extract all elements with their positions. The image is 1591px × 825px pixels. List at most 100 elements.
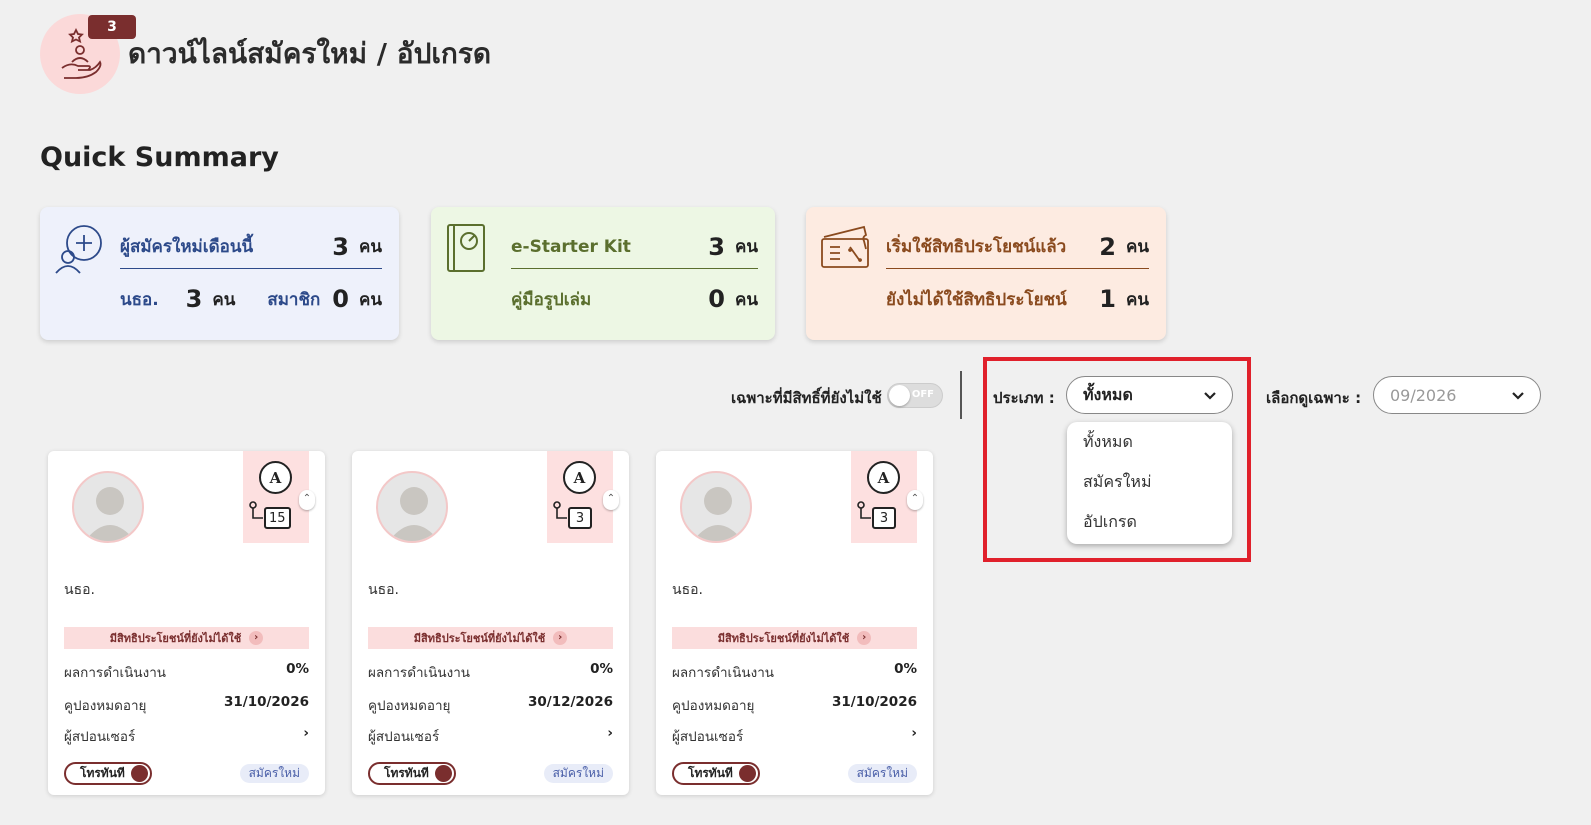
collapse-up-icon[interactable]: ⌃ [603, 490, 619, 510]
highlight-annotation-box [983, 357, 1251, 562]
benefits-unused-value: 1 [1099, 285, 1116, 313]
summary-benefits-card: เริ่มใช้สิทธิประโยชน์แล้ว 2 คน ยังไม่ได้… [806, 207, 1166, 340]
coupon-expiry-value: 30/12/2026 [527, 694, 613, 710]
collapse-up-icon[interactable]: ⌃ [299, 490, 315, 510]
coupon-expiry-row: คูปองหมดอายุ 30/12/2026 [368, 694, 613, 716]
downline-count: 3 [568, 507, 592, 529]
performance-label: ผลการดำเนินงาน [672, 665, 775, 681]
starter-kit-unit: คน [735, 237, 758, 257]
performance-value: 0% [894, 661, 917, 677]
add-user-icon [54, 223, 106, 279]
member-unit: คน [359, 289, 382, 310]
member-role: นธอ. [672, 582, 703, 598]
coupon-expiry-label: คูปองหมดอายุ [64, 698, 147, 714]
summary-new-members-card: ผู้สมัครใหม่เดือนนี้ 3 คน นธอ. 3 คน สมาช… [40, 207, 399, 340]
notification-count-badge: 3 [88, 15, 136, 39]
page-title: ดาวน์ไลน์สมัครใหม่ / อัปเกรด [128, 37, 492, 70]
starter-kit-label: e-Starter Kit [511, 236, 631, 257]
phone-icon [435, 765, 452, 782]
member-role: นธอ. [368, 582, 399, 598]
benefits-used-unit: คน [1126, 237, 1149, 257]
performance-row: ผลการดำเนินงาน 0% [64, 661, 309, 683]
downline-card[interactable]: A 15 ⌃ นธอ. มีสิทธิประโยชน์ที่ยังไม่ได้ใ… [48, 451, 325, 795]
call-now-label: โทรทันที [384, 766, 429, 780]
performance-label: ผลการดำเนินงาน [368, 665, 471, 681]
coupon-expiry-value: 31/10/2026 [831, 694, 917, 710]
downline-count: 3 [872, 507, 896, 529]
performance-row: ผลการดำเนินงาน 0% [368, 661, 613, 683]
avatar [680, 471, 752, 543]
sponsor-label: ผู้สปอนเซอร์ [368, 729, 440, 745]
unused-benefits-filter-label: เฉพาะที่มีสิทธิ์ที่ยังไม่ใช้ [731, 389, 882, 407]
benefits-used-label: เริ่มใช้สิทธิประโยชน์แล้ว [886, 237, 1067, 257]
chevron-right-icon: › [249, 631, 264, 645]
performance-value: 0% [286, 661, 309, 677]
chevron-right-icon: › [857, 631, 872, 645]
sponsor-row[interactable]: ผู้สปอนเซอร์ › [368, 725, 613, 747]
new-members-label: ผู้สมัครใหม่เดือนนี้ [120, 237, 254, 257]
call-now-label: โทรทันที [80, 766, 125, 780]
distributor-unit: คน [212, 289, 236, 310]
member-value: 0 [332, 285, 349, 313]
phone-icon [739, 765, 756, 782]
unused-benefit-text: มีสิทธิประโยชน์ที่ยังไม่ได้ใช้ [109, 632, 242, 645]
unused-benefit-text: มีสิทธิประโยชน์ที่ยังไม่ได้ใช้ [717, 632, 850, 645]
collapse-up-icon[interactable]: ⌃ [907, 490, 923, 510]
performance-value: 0% [590, 661, 613, 677]
toggle-state-text: OFF [911, 389, 934, 400]
downline-card[interactable]: A 3 ⌃ นธอ. มีสิทธิประโยชน์ที่ยังไม่ได้ใช… [352, 451, 629, 795]
benefits-unused-unit: คน [1126, 289, 1149, 310]
chevron-right-icon: › [553, 631, 568, 645]
benefits-unused-label: ยังไม่ได้ใช้สิทธิประโยชน์ [886, 289, 1067, 310]
printed-manual-label: คู่มือรูปเล่ม [511, 289, 592, 310]
chevron-right-icon: › [607, 725, 613, 741]
member-role: นธอ. [64, 582, 95, 598]
sponsor-row[interactable]: ผู้สปอนเซอร์ › [64, 725, 309, 747]
phone-icon [131, 765, 148, 782]
quick-summary-title: Quick Summary [40, 142, 279, 173]
toggle-knob [889, 385, 910, 406]
chevron-right-icon: › [911, 725, 917, 741]
coupon-expiry-value: 31/10/2026 [223, 694, 309, 710]
month-select[interactable]: 09/2026 [1373, 376, 1541, 414]
avatar [376, 471, 448, 543]
downline-count: 15 [264, 507, 291, 529]
performance-row: ผลการดำเนินงาน 0% [672, 661, 917, 683]
coupon-expiry-row: คูปองหมดอายุ 31/10/2026 [64, 694, 309, 716]
filter-divider [960, 371, 962, 419]
network-icon [249, 501, 265, 527]
month-filter-label: เลือกดูเฉพาะ : [1266, 389, 1362, 407]
coupon-expiry-label: คูปองหมดอายุ [368, 698, 451, 714]
sponsor-label: ผู้สปอนเซอร์ [64, 729, 136, 745]
coupon-expiry-label: คูปองหมดอายุ [672, 698, 755, 714]
call-now-button[interactable]: โทรทันที [64, 762, 152, 785]
month-select-value: 09/2026 [1390, 385, 1457, 405]
call-now-button[interactable]: โทรทันที [368, 762, 456, 785]
starter-kit-value: 3 [708, 232, 725, 261]
printed-manual-unit: คน [735, 289, 758, 310]
distributor-value: 3 [185, 285, 203, 313]
unused-benefit-link[interactable]: มีสิทธิประโยชน์ที่ยังไม่ได้ใช้ › [64, 627, 309, 649]
rank-badge: A [563, 461, 596, 494]
call-now-label: โทรทันที [688, 766, 733, 780]
new-signup-tag: สมัครใหม่ [239, 764, 309, 783]
unused-benefit-link[interactable]: มีสิทธิประโยชน์ที่ยังไม่ได้ใช้ › [672, 627, 917, 649]
coupon-expiry-row: คูปองหมดอายุ 31/10/2026 [672, 694, 917, 716]
performance-label: ผลการดำเนินงาน [64, 665, 167, 681]
chevron-down-icon [1510, 387, 1526, 407]
call-now-button[interactable]: โทรทันที [672, 762, 760, 785]
downline-card[interactable]: A 3 ⌃ นธอ. มีสิทธิประโยชน์ที่ยังไม่ได้ใช… [656, 451, 933, 795]
new-members-unit: คน [359, 237, 382, 257]
network-icon [553, 501, 569, 527]
sponsor-row[interactable]: ผู้สปอนเซอร์ › [672, 725, 917, 747]
unused-benefit-text: มีสิทธิประโยชน์ที่ยังไม่ได้ใช้ [413, 632, 546, 645]
page-header: 3 ดาวน์ไลน์สมัครใหม่ / อัปเกรด [40, 14, 491, 94]
unused-benefits-toggle[interactable]: OFF [887, 383, 943, 408]
coupon-ticket-icon [820, 223, 872, 275]
unused-benefit-link[interactable]: มีสิทธิประโยชน์ที่ยังไม่ได้ใช้ › [368, 627, 613, 649]
rank-badge: A [259, 461, 292, 494]
benefits-used-value: 2 [1099, 232, 1116, 261]
book-icon [445, 223, 487, 279]
avatar [72, 471, 144, 543]
new-signup-tag: สมัครใหม่ [543, 764, 613, 783]
